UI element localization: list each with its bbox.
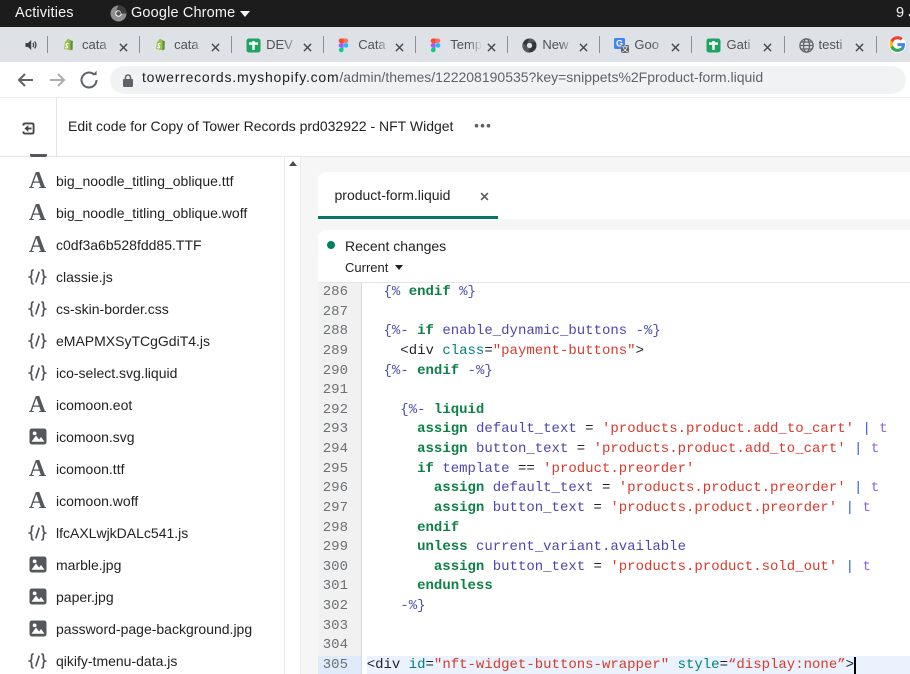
svg-text:文: 文 [622, 43, 630, 52]
